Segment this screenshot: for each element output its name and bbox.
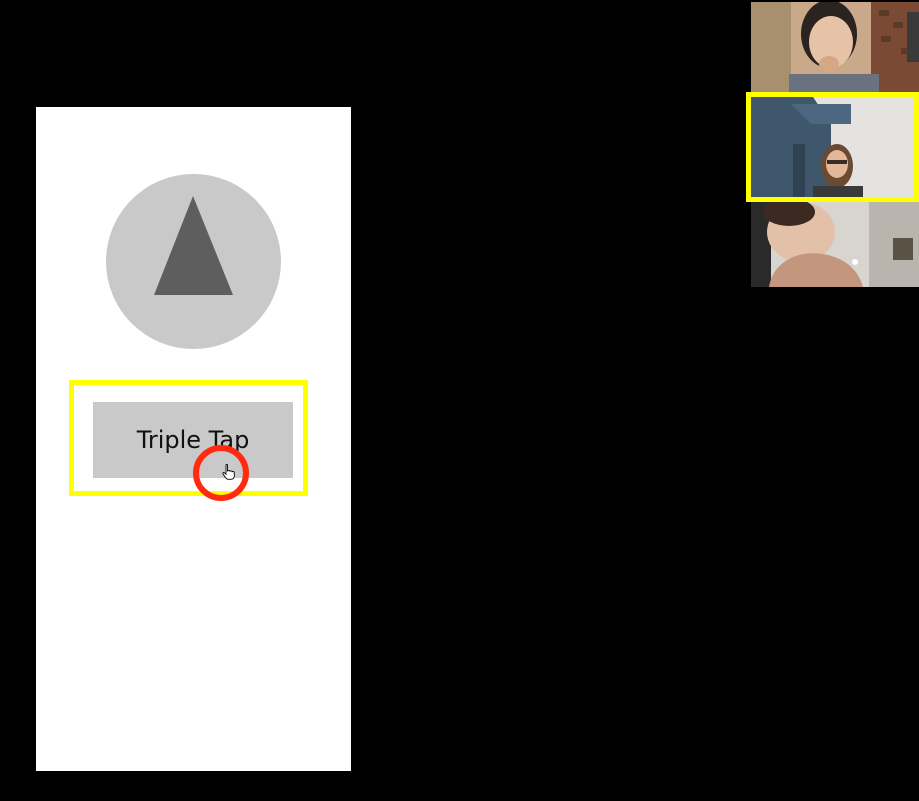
hand-pointer-icon [222, 464, 235, 480]
play-button[interactable] [106, 174, 281, 349]
participant-video-image [751, 2, 919, 94]
participant-video-image [751, 198, 919, 287]
participant-video-3[interactable] [751, 198, 919, 287]
click-indicator [193, 445, 249, 501]
active-speaker-highlight [746, 92, 919, 202]
prototype-phone-screen: Triple Tap [36, 107, 351, 771]
play-triangle-icon [154, 196, 233, 295]
screen-share-stage: Triple Tap [0, 0, 919, 801]
participant-video-1[interactable] [751, 2, 919, 94]
